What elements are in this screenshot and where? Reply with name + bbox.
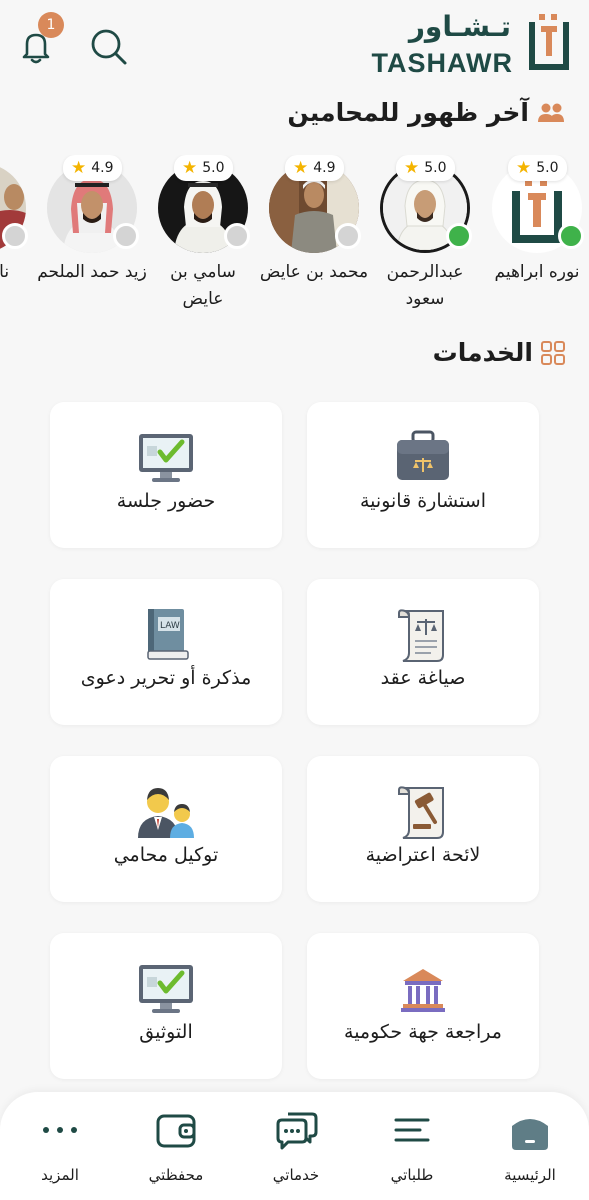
grid-icon <box>541 340 565 365</box>
rating-value: 5.0 <box>536 160 559 176</box>
service-card-lawyer-authorization[interactable]: توكيل محامي <box>50 756 282 902</box>
lawyer-name: محمد بن عايض <box>259 262 369 282</box>
service-label: توكيل محامي <box>113 844 219 866</box>
logo-arabic-text: تـشـاور <box>408 10 511 43</box>
offline-status-dot <box>113 223 139 249</box>
service-card-authentication[interactable]: التوثيق <box>50 933 282 1079</box>
service-label: استشارة قانونية <box>359 490 487 512</box>
wallet-icon <box>156 1114 196 1148</box>
notification-badge: 1 <box>38 12 64 38</box>
government-building-icon <box>401 969 445 1012</box>
rating-badge: ★ 5.0 <box>174 155 233 181</box>
star-icon: ★ <box>71 158 87 178</box>
tab-label: محفظتي <box>148 1166 204 1184</box>
more-icon <box>43 1127 77 1133</box>
tab-home[interactable]: الرئيسية <box>480 1108 580 1188</box>
service-label: صياغة عقد <box>380 667 466 689</box>
home-icon <box>512 1119 548 1150</box>
briefcase-icon <box>397 430 449 480</box>
search-icon <box>91 29 127 65</box>
services-section-title: الخدمات <box>433 338 565 367</box>
rating-value: 5.0 <box>202 160 225 176</box>
service-label: مراجعة جهة حكومية <box>344 1021 502 1043</box>
services-title-text: الخدمات <box>432 338 533 367</box>
offline-status-dot <box>2 223 28 249</box>
tab-label: المزيد <box>41 1166 79 1184</box>
tab-my-services[interactable]: خدماتي <box>246 1108 346 1188</box>
chat-icon <box>276 1112 318 1150</box>
lawyers-section-title: آخر ظهور للمحامين <box>287 98 565 127</box>
monitor-check-icon <box>139 965 193 1013</box>
lawyer-name: نوره ابراهيم <box>494 262 580 282</box>
service-label: حضور جلسة <box>116 490 216 512</box>
service-card-memo-lawsuit[interactable]: LAW مذكرة أو تحرير دعوى <box>50 579 282 725</box>
star-icon: ★ <box>404 158 420 178</box>
lawyer-name: ناصر ال <box>0 262 10 282</box>
svg-text:LAW: LAW <box>160 621 180 631</box>
service-card-contract-drafting[interactable]: صياغة عقد <box>307 579 539 725</box>
bottom-tab-bar: الرئيسية طلباتي خدماتي محفظتي المزيد <box>0 1092 589 1200</box>
monitor-check-icon <box>139 434 193 482</box>
service-label: مذكرة أو تحرير دعوى <box>80 667 252 689</box>
list-icon <box>394 1118 430 1142</box>
rating-value: 5.0 <box>424 160 447 176</box>
online-status-dot <box>446 223 472 249</box>
lawyer-client-icon <box>138 788 194 838</box>
service-card-government-review[interactable]: مراجعة جهة حكومية <box>307 933 539 1079</box>
rating-badge: ★ 4.9 <box>63 155 122 181</box>
logo-mark-icon <box>529 14 569 70</box>
lawyers-title-text: آخر ظهور للمحامين <box>287 98 529 127</box>
rating-badge: ★ 4.9 <box>285 155 344 181</box>
logo-english-text: TASHAWR <box>371 48 513 78</box>
service-card-objection-brief[interactable]: لائحة اعتراضية <box>307 756 539 902</box>
people-icon <box>538 103 564 122</box>
tab-my-wallet[interactable]: محفظتي <box>126 1108 226 1188</box>
star-icon: ★ <box>293 158 309 178</box>
tab-label: خدماتي <box>272 1166 320 1184</box>
offline-status-dot <box>224 223 250 249</box>
tab-more[interactable]: المزيد <box>10 1108 110 1188</box>
contract-scroll-icon <box>398 609 444 662</box>
service-card-legal-consultation[interactable]: استشارة قانونية <box>307 402 539 548</box>
offline-status-dot <box>335 223 361 249</box>
lawyer-name: عبدالرحمن سعود <box>386 262 464 309</box>
service-label: التوثيق <box>139 1021 193 1043</box>
rating-value: 4.9 <box>313 160 336 176</box>
tab-my-requests[interactable]: طلباتي <box>362 1108 462 1188</box>
search-button[interactable] <box>86 24 130 68</box>
app-header: 1 تـشـاور TASHAWR <box>0 0 589 90</box>
app-logo: تـشـاور TASHAWR <box>361 8 571 78</box>
law-book-icon: LAW <box>147 609 189 660</box>
lawyers-carousel[interactable]: ★5.0 نوره ابراهيم ★5.0 عبدالرحمن سعود <box>0 155 589 315</box>
tab-label: الرئيسية <box>504 1166 556 1184</box>
gavel-scroll-icon <box>398 786 444 839</box>
online-status-dot <box>558 223 584 249</box>
star-icon: ★ <box>516 158 532 178</box>
service-card-session-attendance[interactable]: حضور جلسة <box>50 402 282 548</box>
star-icon: ★ <box>182 158 198 178</box>
tab-label: طلباتي <box>390 1166 434 1184</box>
rating-badge: ★ 5.0 <box>396 155 455 181</box>
rating-badge: ★ 5.0 <box>508 155 567 181</box>
lawyer-name: زيد حمد الملحم <box>37 262 147 282</box>
rating-value: 4.9 <box>91 160 114 176</box>
service-label: لائحة اعتراضية <box>365 844 481 866</box>
lawyer-name: سامي بن عايض <box>170 262 236 309</box>
